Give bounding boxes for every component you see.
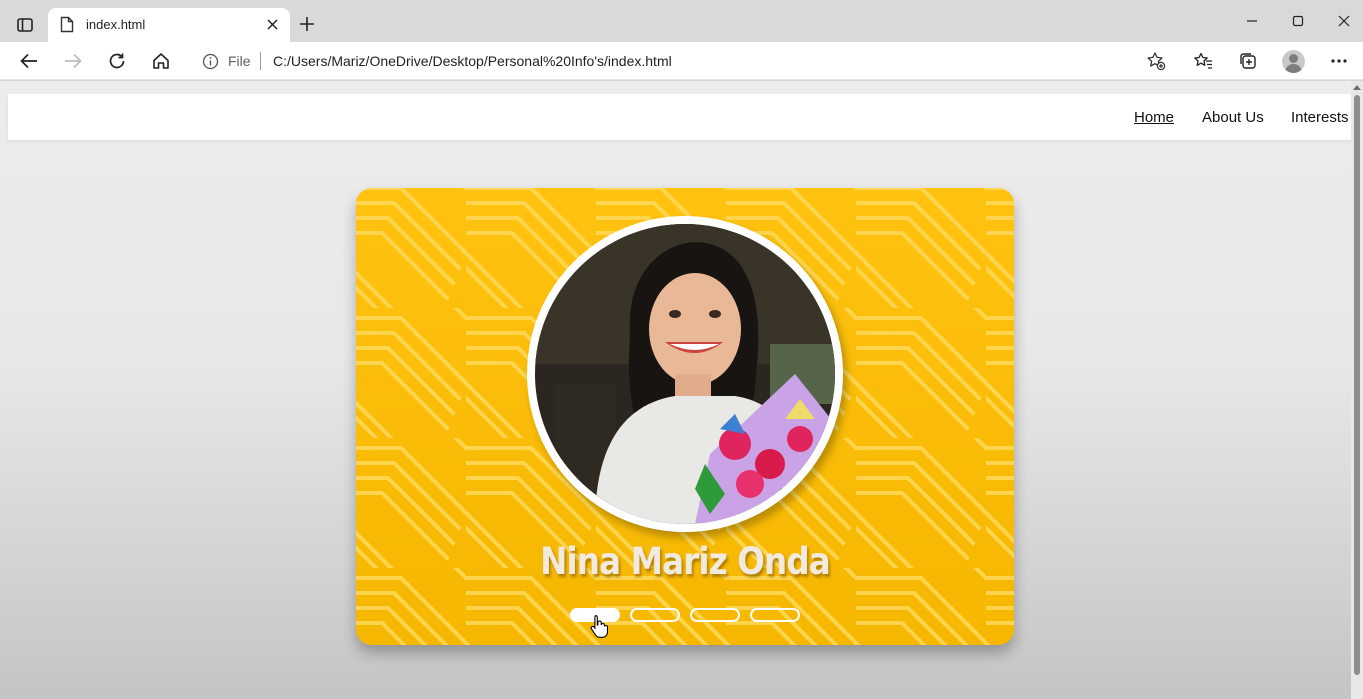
more-icon[interactable] xyxy=(1328,50,1350,72)
scrollbar[interactable] xyxy=(1351,81,1363,699)
forward-icon[interactable] xyxy=(62,50,84,72)
slide-indicator-3[interactable] xyxy=(690,608,740,622)
tab-strip: index.html xyxy=(0,0,1363,42)
profile-name: Nina Mariz Onda xyxy=(540,540,831,583)
slide-indicator-2[interactable] xyxy=(630,608,680,622)
scroll-up-icon[interactable] xyxy=(1353,85,1361,90)
window-close-icon[interactable] xyxy=(1335,12,1353,30)
page-icon xyxy=(60,16,74,38)
collections-icon[interactable] xyxy=(1237,50,1259,72)
home-icon[interactable] xyxy=(150,50,172,72)
nav-interests-link[interactable]: Interests xyxy=(1291,109,1349,126)
nav-home-link[interactable]: Home xyxy=(1134,109,1174,126)
divider xyxy=(260,52,261,70)
url-text[interactable]: C:/Users/Mariz/OneDrive/Desktop/Personal… xyxy=(273,53,672,69)
refresh-icon[interactable] xyxy=(106,50,128,72)
maximize-icon[interactable] xyxy=(1289,12,1307,30)
favorites-icon[interactable] xyxy=(1192,50,1214,72)
url-scheme: File xyxy=(228,53,251,69)
profile-card: Nina Mariz Onda xyxy=(356,188,1014,645)
hand-pointer-icon xyxy=(590,614,609,643)
back-icon[interactable] xyxy=(18,50,40,72)
profile-photo xyxy=(535,224,835,524)
site-navbar: Home About Us Interests xyxy=(8,94,1351,140)
profile-photo-frame xyxy=(527,216,843,532)
close-icon[interactable] xyxy=(264,16,280,32)
info-icon[interactable] xyxy=(202,53,219,75)
slide-indicator-4[interactable] xyxy=(750,608,800,622)
sidebar-icon[interactable] xyxy=(14,14,36,36)
minimize-icon[interactable] xyxy=(1243,12,1261,30)
profile-icon[interactable] xyxy=(1282,50,1305,73)
page-viewport: Home About Us Interests Nina Mariz Onda xyxy=(0,81,1363,699)
tab-title: index.html xyxy=(86,17,146,32)
plus-icon[interactable] xyxy=(298,15,316,33)
scrollbar-thumb[interactable] xyxy=(1354,95,1360,675)
add-favorite-icon[interactable] xyxy=(1146,51,1166,71)
nav-about-link[interactable]: About Us xyxy=(1202,109,1264,126)
browser-tab[interactable]: index.html xyxy=(48,8,290,42)
toolbar: File C:/Users/Mariz/OneDrive/Desktop/Per… xyxy=(0,42,1363,80)
address-bar[interactable]: File C:/Users/Mariz/OneDrive/Desktop/Per… xyxy=(190,46,1174,76)
